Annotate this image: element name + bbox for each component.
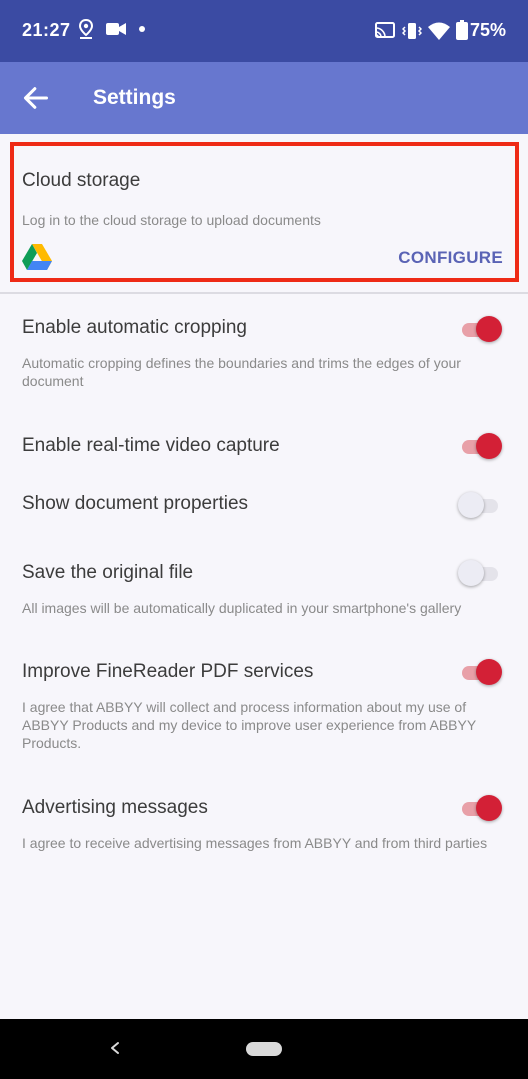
setting-title: Save the original file: [22, 562, 194, 583]
cloud-storage-title: Cloud storage: [22, 170, 141, 191]
improve-services-toggle[interactable]: [460, 657, 502, 687]
switch-thumb: [458, 560, 484, 586]
wifi-icon: [428, 22, 450, 40]
configure-button[interactable]: CONFIGURE: [398, 248, 503, 268]
settings-list: Cloud storage Log in to the cloud storag…: [0, 134, 528, 1019]
automatic-cropping-toggle[interactable]: [460, 314, 502, 344]
battery-icon: [456, 20, 468, 40]
app-bar: Settings: [0, 62, 528, 134]
setting-title: Enable automatic cropping: [22, 317, 247, 338]
setting-description: I agree that ABBYY will collect and proc…: [22, 699, 476, 751]
location-icon: [78, 18, 94, 39]
battery-percentage: 75%: [469, 20, 506, 40]
setting-title: Show document properties: [22, 493, 249, 514]
setting-description: I agree to receive advertising messages …: [22, 835, 488, 851]
video-icon: [106, 23, 126, 35]
switch-thumb: [458, 492, 484, 518]
cloud-storage-card: Cloud storage Log in to the cloud storag…: [10, 142, 519, 282]
status-time: 21:27: [22, 20, 71, 40]
switch-thumb: [476, 659, 502, 685]
cloud-storage-subtitle: Log in to the cloud storage to upload do…: [22, 212, 321, 228]
document-properties-toggle[interactable]: [458, 490, 502, 520]
cast-icon: [375, 22, 395, 38]
save-original-toggle[interactable]: [458, 558, 502, 588]
status-bar: 21:27 75%: [0, 0, 528, 62]
page-title: Settings: [93, 86, 176, 109]
real-time-video-toggle[interactable]: [460, 431, 502, 461]
divider: [0, 292, 528, 294]
system-navigation-bar: [0, 1019, 528, 1079]
nav-back-icon[interactable]: [108, 1037, 122, 1059]
setting-description: Automatic cropping defines the boundarie…: [22, 355, 461, 389]
dot-icon: [139, 26, 145, 32]
setting-description: All images will be automatically duplica…: [22, 600, 462, 616]
advertising-messages-toggle[interactable]: [460, 793, 502, 823]
setting-title: Improve FineReader PDF services: [22, 661, 314, 682]
switch-thumb: [476, 316, 502, 342]
switch-thumb: [476, 795, 502, 821]
switch-thumb: [476, 433, 502, 459]
setting-title: Enable real-time video capture: [22, 435, 280, 456]
arrow-left-icon[interactable]: [22, 84, 50, 112]
google-drive-icon: [22, 244, 52, 270]
nav-home-pill[interactable]: [246, 1042, 282, 1056]
setting-title: Advertising messages: [22, 797, 208, 818]
vibrate-icon: [402, 23, 422, 39]
